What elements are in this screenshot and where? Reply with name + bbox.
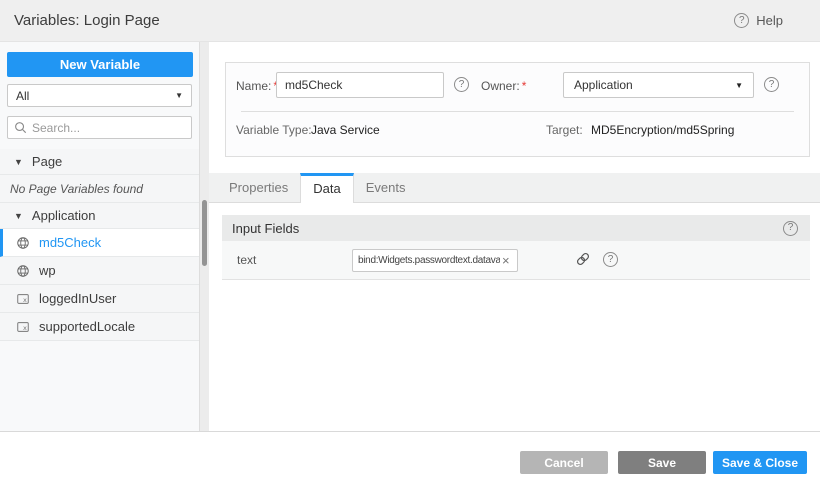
variable-filter-value: All <box>16 89 29 103</box>
new-variable-button[interactable]: New Variable <box>7 52 193 77</box>
page-title: Variables: Login Page <box>14 12 160 29</box>
target-value: MD5Encryption/md5Spring <box>591 123 734 137</box>
tree-caret-icon: ▼ <box>14 157 23 167</box>
tab-events[interactable]: Events <box>354 173 418 203</box>
panel-divider <box>200 42 209 431</box>
dialog-header: Variables: Login Page ? Help <box>0 0 820 42</box>
scrollbar-thumb[interactable] <box>202 200 207 266</box>
variable-detail-panel: Name:* ? Owner:* Application ▼ ? Variabl… <box>209 42 820 431</box>
search-icon <box>14 121 27 134</box>
variable-search[interactable] <box>7 116 192 139</box>
tree-item-label: wp <box>39 263 56 278</box>
tab-properties[interactable]: Properties <box>217 173 300 203</box>
input-fields-body: text × ? <box>222 241 810 280</box>
page-variables-empty-message: No Page Variables found <box>0 175 199 203</box>
owner-select[interactable]: Application ▼ <box>563 72 754 98</box>
input-fields-help-icon[interactable]: ? <box>783 221 798 236</box>
tree-caret-icon: ▼ <box>14 211 23 221</box>
target-label: Target: <box>546 123 583 137</box>
chevron-down-icon: ▼ <box>735 81 743 90</box>
owner-select-value: Application <box>574 78 633 92</box>
model-variable-icon: x <box>16 320 30 334</box>
field-name-text: text <box>237 253 256 267</box>
variable-type-label: Variable Type: <box>236 123 312 137</box>
tree-item-md5check[interactable]: md5Check <box>0 229 199 257</box>
name-label: Name:* <box>236 79 278 93</box>
variable-filter-select[interactable]: All ▼ <box>7 84 192 107</box>
owner-help-icon[interactable]: ? <box>764 77 779 92</box>
help-icon: ? <box>734 13 749 28</box>
input-fields-header: Input Fields ? <box>222 215 810 241</box>
tree-group-page[interactable]: ▼ Page <box>0 149 199 175</box>
model-variable-icon: x <box>16 292 30 306</box>
tree-item-loggedinuser[interactable]: x loggedInUser <box>0 285 199 313</box>
name-field[interactable] <box>276 72 444 98</box>
tree-item-label: loggedInUser <box>39 291 116 306</box>
dialog-footer: Cancel Save Save & Close <box>0 431 820 488</box>
variables-sidebar: New Variable All ▼ ▼ Page No Page Variab… <box>0 42 200 431</box>
help-button[interactable]: ? Help <box>734 13 783 28</box>
input-fields-title: Input Fields <box>232 221 299 236</box>
detail-tabbar: Properties Data Events <box>209 173 820 203</box>
search-input[interactable] <box>32 121 182 135</box>
bind-expression-field[interactable]: × <box>352 249 518 272</box>
input-fields-section: Input Fields ? text × ? <box>222 215 810 280</box>
save-button[interactable]: Save <box>618 451 706 474</box>
tree-group-label: Page <box>32 154 62 169</box>
variables-tree: ▼ Page No Page Variables found ▼ Applica… <box>0 149 199 341</box>
bind-expression-input[interactable] <box>358 255 500 266</box>
tab-data[interactable]: Data <box>300 173 353 203</box>
help-label: Help <box>756 13 783 28</box>
field-help-icon[interactable]: ? <box>603 252 618 267</box>
tree-group-application[interactable]: ▼ Application <box>0 203 199 229</box>
save-and-close-button[interactable]: Save & Close <box>713 451 807 474</box>
tree-group-label: Application <box>32 208 96 223</box>
bind-link-icon[interactable] <box>575 251 591 272</box>
svg-text:x: x <box>23 324 27 332</box>
tree-item-wp[interactable]: wp <box>0 257 199 285</box>
svg-text:x: x <box>23 296 27 304</box>
tree-item-supportedlocale[interactable]: x supportedLocale <box>0 313 199 341</box>
owner-label: Owner:* <box>481 79 526 93</box>
tree-item-label: md5Check <box>39 235 101 250</box>
tree-item-label: supportedLocale <box>39 319 135 334</box>
cancel-button[interactable]: Cancel <box>520 451 608 474</box>
java-service-icon <box>16 236 30 250</box>
required-asterisk: * <box>522 79 527 93</box>
variables-dialog: Variables: Login Page ? Help New Variabl… <box>0 0 820 488</box>
java-service-icon <box>16 264 30 278</box>
clear-binding-icon[interactable]: × <box>500 254 510 267</box>
variable-type-value: Java Service <box>311 123 380 137</box>
name-help-icon[interactable]: ? <box>454 77 469 92</box>
panel-divider-line <box>241 111 794 112</box>
variable-summary-panel: Name:* ? Owner:* Application ▼ ? Variabl… <box>225 62 810 157</box>
chevron-down-icon: ▼ <box>175 91 183 100</box>
